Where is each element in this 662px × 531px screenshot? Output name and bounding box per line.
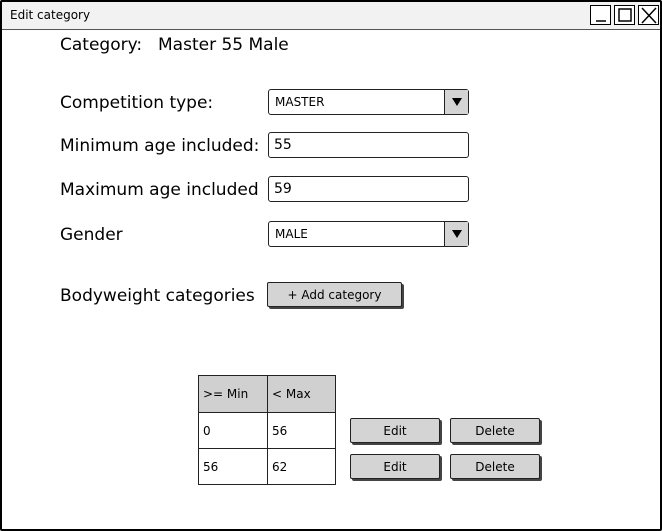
title-bar[interactable]: Edit category	[2, 2, 660, 30]
bodyweight-table: >= Min < Max 0 56 56 62	[198, 375, 336, 485]
row-min-value: 56	[198, 448, 268, 485]
close-icon	[641, 7, 657, 24]
category-name: Master 55 Male	[158, 35, 289, 55]
edit-row-button[interactable]: Edit	[350, 454, 440, 479]
row-max-value: 56	[267, 412, 336, 449]
minimize-icon	[596, 20, 606, 22]
max-age-label: Maximum age included	[60, 180, 259, 200]
row-max-value: 62	[267, 448, 336, 485]
table-header-row: >= Min < Max	[198, 375, 336, 413]
competition-type-label: Competition type:	[60, 93, 214, 113]
add-category-button[interactable]: + Add category	[267, 282, 402, 307]
category-label: Category:	[60, 35, 143, 55]
gender-select[interactable]: MALE	[268, 221, 469, 247]
close-button[interactable]	[638, 5, 659, 25]
delete-row-button[interactable]: Delete	[450, 418, 540, 443]
competition-type-value: MASTER	[275, 95, 325, 109]
table-row[interactable]: 56 62	[198, 448, 336, 485]
row-min-value: 0	[198, 412, 268, 449]
bodyweight-categories-label: Bodyweight categories	[60, 286, 255, 306]
competition-type-select[interactable]: MASTER	[268, 89, 469, 115]
gender-value: MALE	[275, 227, 308, 241]
column-header-max: < Max	[267, 375, 336, 413]
window-title: Edit category	[10, 8, 91, 22]
chevron-down-icon[interactable]	[444, 90, 468, 114]
edit-row-button[interactable]: Edit	[350, 418, 440, 443]
chevron-down-icon[interactable]	[444, 222, 468, 246]
min-age-label: Minimum age included:	[60, 136, 260, 156]
edit-category-window: Edit category Category: Master 55 Male C…	[0, 0, 662, 531]
minimize-button[interactable]	[590, 5, 611, 25]
min-age-input[interactable]	[268, 132, 469, 158]
column-header-min: >= Min	[198, 375, 268, 413]
gender-label: Gender	[60, 225, 123, 245]
maximize-button[interactable]	[614, 5, 635, 25]
table-row[interactable]: 0 56	[198, 412, 336, 449]
max-age-input[interactable]	[268, 176, 469, 202]
maximize-icon	[618, 8, 632, 22]
delete-row-button[interactable]: Delete	[450, 454, 540, 479]
